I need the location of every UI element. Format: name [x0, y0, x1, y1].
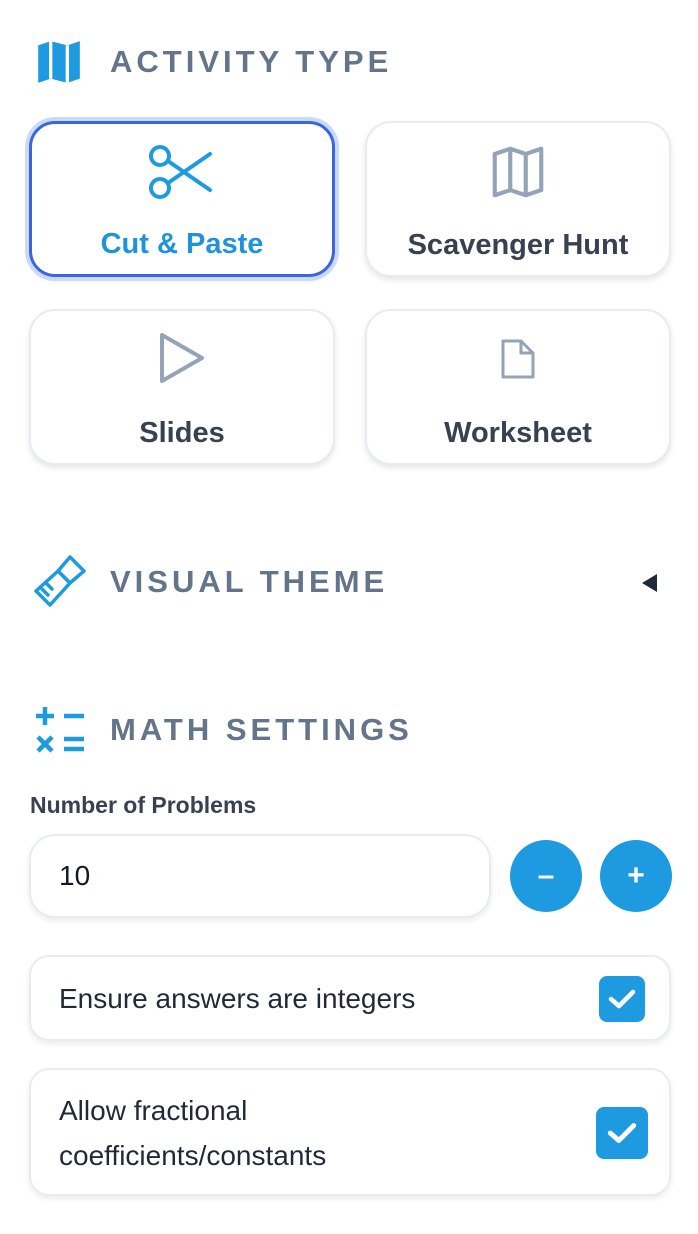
activity-card-slides[interactable]: Slides: [29, 309, 335, 465]
activity-card-cut-paste[interactable]: Cut & Paste: [29, 121, 335, 277]
map-icon: [30, 33, 88, 91]
document-icon: [367, 337, 669, 381]
card-label: Cut & Paste: [100, 228, 264, 260]
visual-theme-header[interactable]: VISUAL THEME: [30, 553, 388, 611]
integer-answers-checkbox[interactable]: [599, 976, 645, 1022]
caret-left-icon[interactable]: [638, 571, 660, 595]
play-icon: [31, 329, 333, 387]
scissors-icon: [32, 142, 332, 204]
section-title: ACTIVITY TYPE: [110, 44, 393, 79]
paintbrush-icon: [30, 553, 88, 611]
activity-card-scavenger-hunt[interactable]: Scavenger Hunt: [365, 121, 671, 277]
checkmark-icon: [607, 1123, 637, 1143]
card-label: Scavenger Hunt: [407, 229, 629, 261]
problems-label: Number of Problems: [30, 792, 257, 818]
decrement-button[interactable]: –: [510, 840, 582, 912]
option-integer-answers[interactable]: Ensure answers are integers: [29, 955, 671, 1041]
calculator-symbols-icon: [30, 701, 88, 759]
section-title: VISUAL THEME: [110, 564, 389, 599]
problems-input[interactable]: [29, 834, 491, 918]
fractional-coefficients-checkbox[interactable]: [596, 1107, 648, 1159]
checkmark-icon: [608, 989, 636, 1009]
card-label: Slides: [139, 417, 225, 449]
activity-card-worksheet[interactable]: Worksheet: [365, 309, 671, 465]
activity-type-header: ACTIVITY TYPE: [30, 33, 392, 91]
map-icon: [367, 141, 669, 203]
math-settings-header: MATH SETTINGS: [30, 701, 413, 759]
option-fractional-coefficients[interactable]: Allow fractional coefficients/constants: [29, 1068, 671, 1196]
option-label-line1: Allow fractional: [59, 1095, 248, 1126]
card-label: Worksheet: [444, 417, 592, 449]
section-title: MATH SETTINGS: [110, 712, 413, 747]
settings-panel: ACTIVITY TYPE Cut & Paste Scavenger Hunt: [0, 0, 698, 1234]
option-label-line2: coefficients/constants: [59, 1140, 327, 1171]
option-label: Ensure answers are integers: [59, 983, 416, 1014]
increment-button[interactable]: +: [600, 840, 672, 912]
